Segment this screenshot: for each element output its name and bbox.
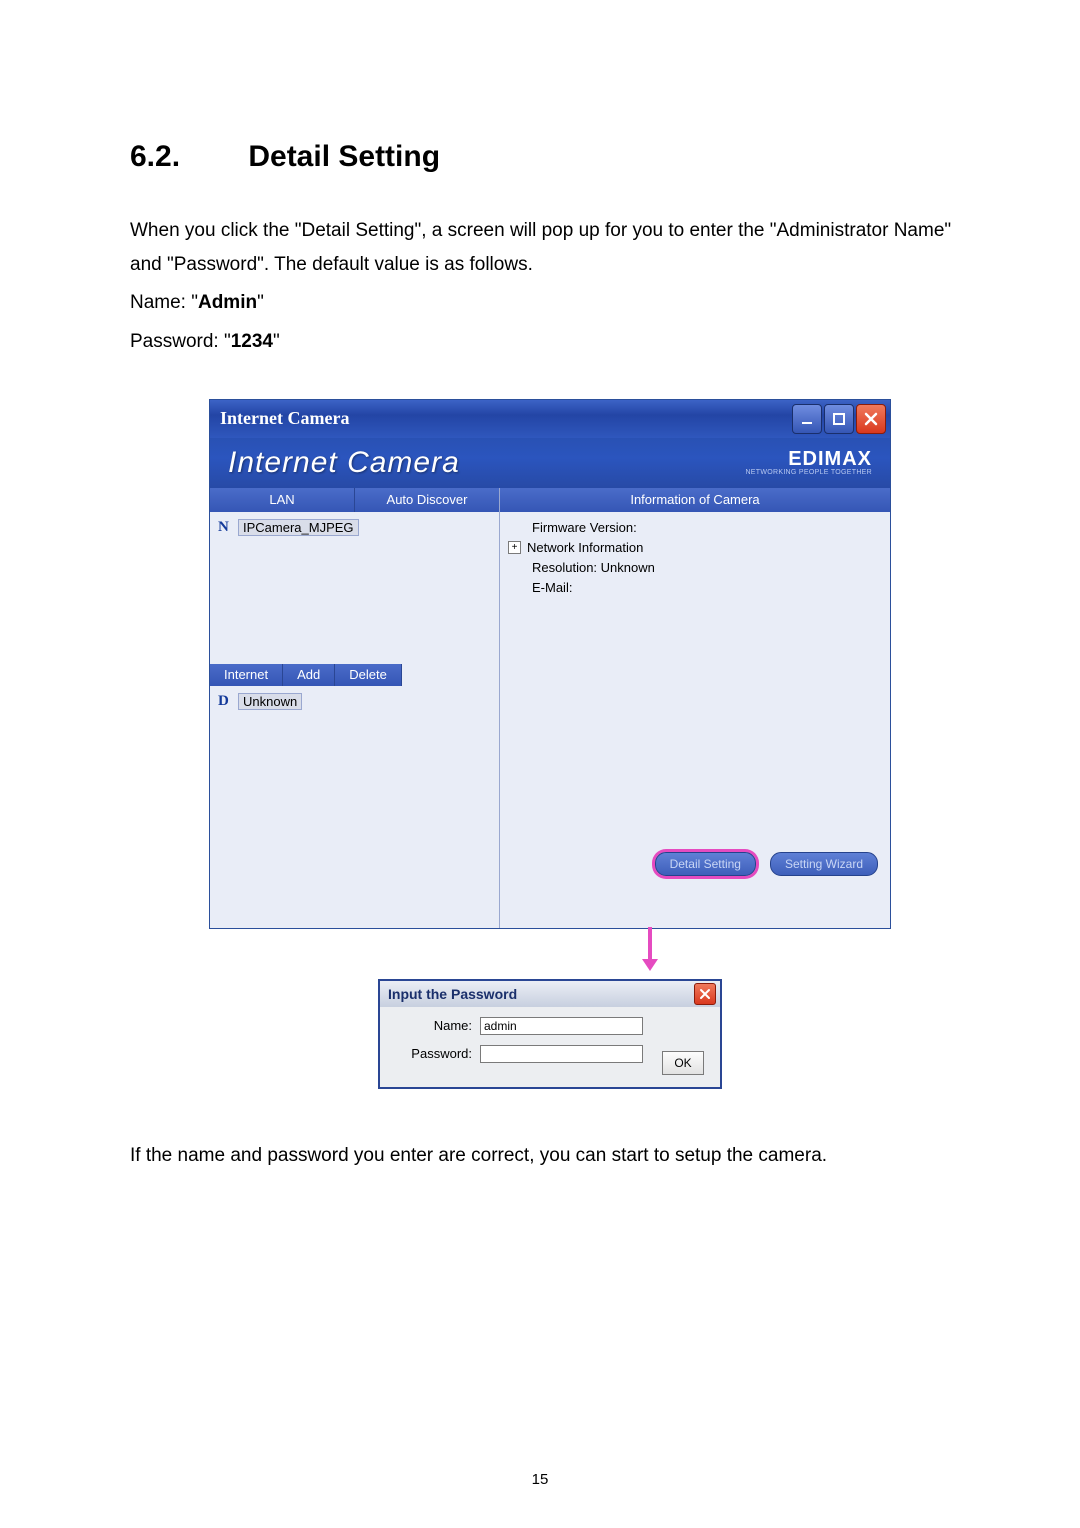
maximize-icon [831,411,847,427]
password-dialog: Input the Password Name: Password: OK [378,979,722,1089]
product-name: Internet Camera [228,446,460,480]
name-field[interactable] [480,1017,643,1035]
outro-paragraph: If the name and password you enter are c… [130,1139,970,1173]
dialog-titlebar: Input the Password [380,981,720,1007]
default-name-line: Name: "Admin" [130,286,970,320]
minimize-icon [799,411,815,427]
password-field[interactable] [480,1045,643,1063]
minimize-button[interactable] [792,404,822,434]
ok-button[interactable]: OK [662,1051,704,1075]
list-item[interactable]: N IPCamera_MJPEG [218,518,491,538]
delete-button[interactable]: Delete [335,664,402,686]
add-button[interactable]: Add [283,664,335,686]
auto-discover-tab[interactable]: Auto Discover [355,488,499,512]
dialog-body: Name: Password: OK [380,1007,720,1087]
name-row: Name: [392,1017,708,1035]
lan-list: N IPCamera_MJPEG [210,512,499,664]
info-network[interactable]: + Network Information [508,538,882,558]
list-item-prefix: D [218,693,232,710]
lan-header: LAN Auto Discover [210,488,499,512]
section-number: 6.2. [130,140,240,174]
setting-wizard-button[interactable]: Setting Wizard [770,852,878,876]
maximize-button[interactable] [824,404,854,434]
brand-tagline: NETWORKING PEOPLE TOGETHER [745,469,872,476]
window-controls [792,404,886,434]
app-window: Internet Camera Internet Camera EDIMAX N… [209,399,891,929]
section-heading: 6.2. Detail Setting [130,140,970,174]
split-panes: LAN Auto Discover N IPCamera_MJPEG Inter… [210,488,890,928]
internet-tab[interactable]: Internet [210,664,283,686]
titlebar: Internet Camera [210,400,890,438]
bottom-buttons: Detail Setting Setting Wizard [655,852,878,876]
list-item-label: IPCamera_MJPEG [238,519,359,536]
banner: Internet Camera EDIMAX NETWORKING PEOPLE… [210,438,890,488]
info-firmware: Firmware Version: [508,518,882,538]
page-number: 15 [532,1471,549,1488]
brand-name: EDIMAX [745,449,872,469]
right-pane: Information of Camera Firmware Version: … [500,488,890,928]
brand-logo: EDIMAX NETWORKING PEOPLE TOGETHER [745,449,872,476]
list-item-label: Unknown [238,693,302,710]
document-page: 6.2. Detail Setting When you click the "… [0,0,1080,1528]
default-password-line: Password: "1234" [130,325,970,359]
info-resolution: Resolution: Unknown [508,558,882,578]
expand-icon[interactable]: + [508,541,521,554]
password-row: Password: [392,1045,708,1063]
close-icon [699,988,711,1000]
list-item-prefix: N [218,519,232,536]
internet-list: D Unknown [210,686,499,928]
dialog-title: Input the Password [388,986,517,1002]
internet-subheader: Internet Add Delete [210,664,499,686]
dialog-close-button[interactable] [694,983,716,1005]
info-header-label: Information of Camera [500,488,890,512]
info-header: Information of Camera [500,488,890,512]
intro-paragraph: When you click the "Detail Setting", a s… [130,214,970,282]
window-title: Internet Camera [220,408,349,429]
info-area: Firmware Version: + Network Information … [500,512,890,894]
list-item[interactable]: D Unknown [218,692,491,712]
left-pane: LAN Auto Discover N IPCamera_MJPEG Inter… [210,488,500,928]
section-title: Detail Setting [248,140,440,173]
close-button[interactable] [856,404,886,434]
callout-arrow [210,929,890,979]
password-label: Password: [392,1046,472,1061]
close-icon [863,411,879,427]
info-email: E-Mail: [508,578,882,598]
name-label: Name: [392,1018,472,1033]
detail-setting-button[interactable]: Detail Setting [655,852,756,876]
lan-tab[interactable]: LAN [210,488,355,512]
